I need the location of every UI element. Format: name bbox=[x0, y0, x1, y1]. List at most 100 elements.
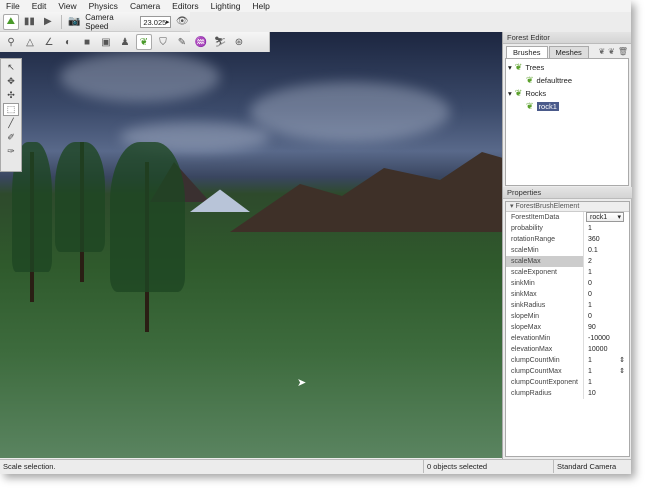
property-row[interactable]: slopeMin 0 bbox=[506, 311, 629, 322]
property-row[interactable]: elevationMin -10000 bbox=[506, 333, 629, 344]
tab-meshes[interactable]: Meshes bbox=[548, 46, 589, 58]
property-name: clumpCountMin bbox=[506, 355, 584, 366]
property-value[interactable]: 0.1 bbox=[584, 245, 598, 256]
material-editor-icon[interactable]: ◐ bbox=[60, 34, 76, 50]
rotate-icon[interactable]: ✣ bbox=[3, 89, 19, 102]
property-value[interactable]: 0 bbox=[584, 311, 592, 322]
3d-viewport[interactable]: ➤ bbox=[0, 32, 502, 458]
menu-editors[interactable]: Editors bbox=[166, 1, 204, 11]
property-value[interactable]: 10000 bbox=[584, 344, 607, 355]
property-row[interactable]: scaleMin 0.1 bbox=[506, 245, 629, 256]
particle-editor-icon[interactable]: ✎ bbox=[174, 34, 190, 50]
property-row[interactable]: ForestItemData rock1 bbox=[506, 212, 629, 223]
delete-icon[interactable]: 🗑 bbox=[618, 47, 628, 56]
menu-bar: File Edit View Physics Camera Editors Li… bbox=[0, 0, 631, 12]
property-value[interactable]: 1 bbox=[584, 223, 592, 234]
property-row[interactable]: clumpRadius 10 bbox=[506, 388, 629, 399]
property-row[interactable]: clumpCountMax 1 ⇕ bbox=[506, 366, 629, 377]
tree-item-defaulttree[interactable]: ❦ defaulttree bbox=[508, 74, 626, 87]
mouse-cursor: ➤ bbox=[297, 377, 307, 389]
menu-help[interactable]: Help bbox=[246, 1, 275, 11]
property-row[interactable]: clumpCountMin 1 ⇕ bbox=[506, 355, 629, 366]
forest-editor-title: Forest Editor bbox=[503, 32, 631, 44]
move-icon[interactable]: ✥ bbox=[3, 75, 19, 88]
tree-group-trees[interactable]: ▾ ❦ Trees bbox=[508, 61, 626, 74]
menu-lighting[interactable]: Lighting bbox=[205, 1, 247, 11]
property-value[interactable]: 2 bbox=[584, 256, 592, 267]
erase-selected-icon[interactable]: ✑ bbox=[3, 145, 19, 158]
gui-editor-icon[interactable]: ▮▮ bbox=[22, 14, 38, 30]
road-editor-icon[interactable]: ⛷ bbox=[212, 34, 228, 50]
status-message: Scale selection. bbox=[0, 460, 424, 473]
property-value[interactable]: 10 bbox=[584, 388, 596, 399]
menu-view[interactable]: View bbox=[52, 1, 82, 11]
terrain-painter-icon[interactable]: ∠ bbox=[41, 34, 57, 50]
spinner-icon[interactable]: ⇕ bbox=[619, 366, 625, 377]
property-row[interactable]: sinkMin 0 bbox=[506, 278, 629, 289]
paint-icon[interactable]: ╱ bbox=[3, 117, 19, 130]
property-value[interactable]: 1 bbox=[584, 300, 592, 311]
leaf-icon: ❦ bbox=[526, 75, 534, 85]
object-editor-icon[interactable]: ⚲ bbox=[3, 34, 19, 50]
camera-icon[interactable]: 📷 bbox=[67, 14, 83, 30]
property-value[interactable]: 0 bbox=[584, 278, 592, 289]
property-row[interactable]: rotationRange 360 bbox=[506, 234, 629, 245]
tree-group-rocks[interactable]: ▾ ❦ Rocks bbox=[508, 87, 626, 100]
property-name: ForestItemData bbox=[506, 212, 584, 223]
tree-item-rock1[interactable]: ❦ rock1 bbox=[508, 100, 626, 113]
property-value[interactable]: -10000 bbox=[584, 333, 610, 344]
property-name: scaleMin bbox=[506, 245, 584, 256]
datablock-editor-icon[interactable]: ▣ bbox=[98, 34, 114, 50]
sketch-tool-icon[interactable]: ■ bbox=[79, 34, 95, 50]
menu-edit[interactable]: Edit bbox=[26, 1, 53, 11]
property-row[interactable]: scaleExponent 1 bbox=[506, 267, 629, 278]
forest-item-dropdown[interactable]: rock1 bbox=[586, 212, 624, 222]
terrain-editor-icon[interactable]: △ bbox=[22, 34, 38, 50]
play-icon[interactable]: ▶ bbox=[40, 14, 56, 30]
shape-editor-icon[interactable]: ⊛ bbox=[231, 34, 247, 50]
spinner-icon[interactable]: ⇕ bbox=[619, 355, 625, 366]
property-name: clumpCountExponent bbox=[506, 377, 584, 388]
eye-icon[interactable]: 👁 bbox=[174, 14, 190, 30]
property-name: probability bbox=[506, 223, 584, 234]
property-value[interactable]: 360 bbox=[584, 234, 600, 245]
new-brush-icon[interactable]: ❦ bbox=[608, 47, 615, 56]
group-header[interactable]: ▾ ForestBrushElement bbox=[506, 202, 629, 212]
property-row[interactable]: sinkRadius 1 bbox=[506, 300, 629, 311]
new-group-icon[interactable]: ❦ bbox=[598, 47, 605, 56]
property-row[interactable]: clumpCountExponent 1 bbox=[506, 377, 629, 388]
property-name: rotationRange bbox=[506, 234, 584, 245]
world-editor-icon[interactable]: ⛰ bbox=[3, 13, 19, 30]
menu-camera[interactable]: Camera bbox=[124, 1, 166, 11]
property-name: sinkMax bbox=[506, 289, 584, 300]
property-row[interactable]: elevationMax 10000 bbox=[506, 344, 629, 355]
property-value[interactable]: 1 bbox=[584, 355, 592, 366]
divider bbox=[60, 14, 62, 29]
property-row[interactable]: slopeMax 90 bbox=[506, 322, 629, 333]
leaf-icon: ❦ bbox=[526, 101, 534, 111]
property-value[interactable]: 1 bbox=[584, 366, 592, 377]
property-row[interactable]: probability 1 bbox=[506, 223, 629, 234]
property-value[interactable]: 90 bbox=[584, 322, 596, 333]
property-row[interactable]: sinkMax 0 bbox=[506, 289, 629, 300]
property-name: clumpRadius bbox=[506, 388, 584, 399]
camera-speed-input[interactable]: 23.025 bbox=[140, 15, 172, 28]
property-grid: ▾ ForestBrushElement ForestItemData rock1… bbox=[505, 201, 630, 457]
main-toolbar: ⛰ ▮▮ ▶ 📷 Camera Speed 23.025 👁 bbox=[0, 12, 190, 32]
property-value[interactable]: 1 bbox=[584, 267, 592, 278]
mesh-road-icon[interactable]: ⛉ bbox=[155, 34, 171, 50]
property-value[interactable]: 0 bbox=[584, 289, 592, 300]
tab-brushes[interactable]: Brushes bbox=[506, 46, 548, 58]
select-icon[interactable]: ↖ bbox=[3, 61, 19, 74]
decal-editor-icon[interactable]: ♟ bbox=[117, 34, 133, 50]
status-bar: Scale selection. 0 objects selected Stan… bbox=[0, 459, 631, 473]
menu-file[interactable]: File bbox=[0, 1, 26, 11]
river-editor-icon[interactable]: ♒ bbox=[193, 34, 209, 50]
property-row[interactable]: scaleMax 2 bbox=[506, 256, 629, 267]
erase-icon[interactable]: ✐ bbox=[3, 131, 19, 144]
property-value[interactable]: 1 bbox=[584, 377, 592, 388]
scale-icon[interactable]: ⬚ bbox=[3, 103, 19, 116]
menu-physics[interactable]: Physics bbox=[83, 1, 124, 11]
brush-tree: ▾ ❦ Trees ❦ defaulttree ▾ ❦ Rocks ❦ rock1 bbox=[505, 58, 629, 186]
forest-editor-icon[interactable]: ❦ bbox=[136, 34, 152, 50]
